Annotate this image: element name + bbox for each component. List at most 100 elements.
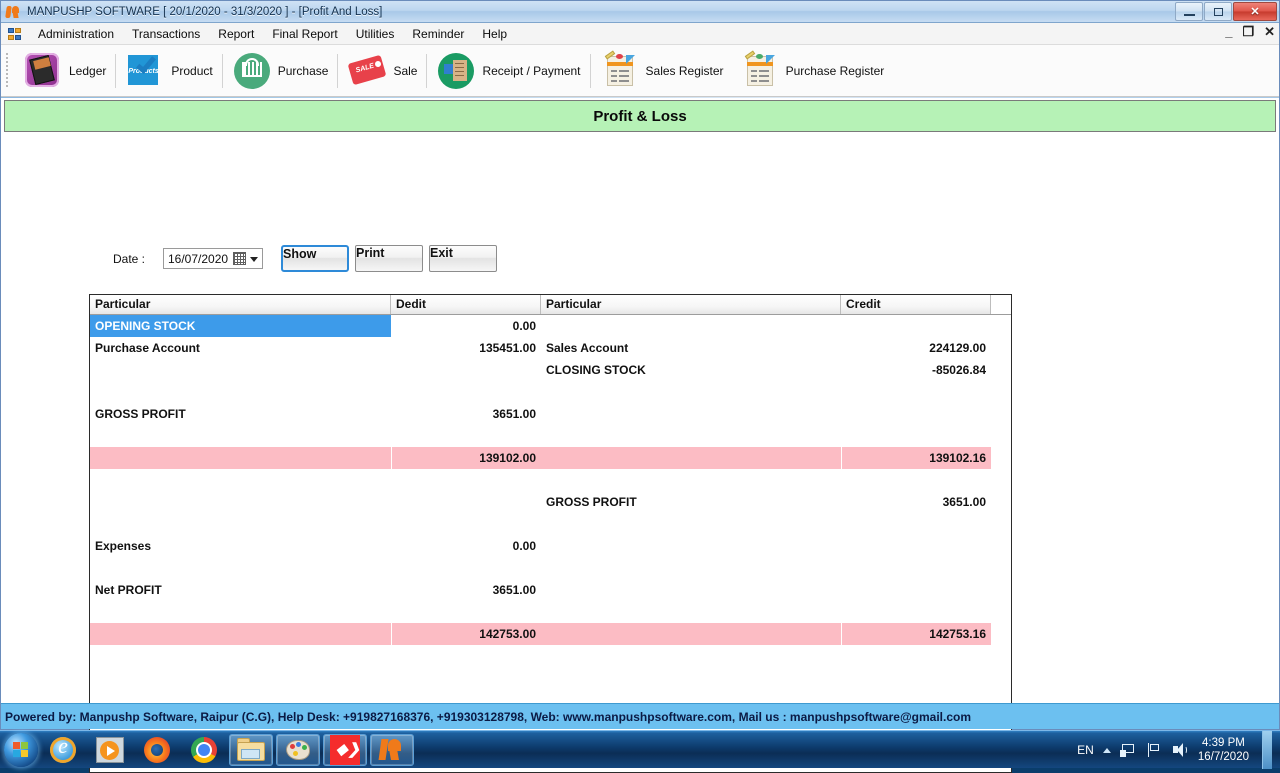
toolbar-separator — [221, 53, 223, 88]
date-picker[interactable]: 16/07/2020 — [163, 248, 263, 269]
menu-item-transactions[interactable]: Transactions — [123, 25, 209, 43]
taskbar-windows-media-player-icon[interactable] — [88, 734, 132, 766]
show-desktop-button[interactable] — [1262, 731, 1272, 769]
clock-time: 4:39 PM — [1202, 737, 1245, 749]
status-bar-text: Powered by: Manpushp Software, Raipur (C… — [5, 709, 971, 724]
taskbar-clock[interactable]: 4:39 PM 16/7/2020 — [1198, 736, 1249, 764]
menu-item-administration[interactable]: Administration — [29, 25, 123, 43]
taskbar-manpushp-app-icon[interactable] — [370, 733, 414, 766]
network-icon[interactable] — [1119, 743, 1137, 758]
grid-total-row[interactable]: 142753.00 142753.16 — [90, 623, 1011, 645]
grid-cell-c1 — [90, 623, 391, 645]
toolbar-label-purchase: Purchase — [277, 63, 329, 78]
grid-cell-c4: -85026.84 — [931, 363, 986, 377]
toolbar-button-product[interactable]: Products Product — [117, 47, 220, 95]
grid-cell-c4: 224129.00 — [929, 341, 986, 355]
purchase-register-icon — [740, 49, 780, 91]
purchase-basket-icon — [232, 51, 272, 91]
form-title-banner: Profit & Loss — [4, 100, 1276, 132]
toolbar-button-sales-register[interactable]: Sales Register — [592, 47, 732, 95]
grid-cell-c3 — [541, 381, 841, 403]
toolbar-label-sale: Sale — [393, 63, 418, 78]
action-center-flag-icon[interactable] — [1146, 742, 1163, 758]
toolbar-separator — [426, 53, 428, 88]
tray-language-indicator[interactable]: EN — [1077, 743, 1094, 757]
table-row[interactable] — [90, 425, 1011, 447]
toolbar-button-receipt-payment[interactable]: Receipt / Payment — [428, 47, 588, 95]
menu-item-utilities[interactable]: Utilities — [347, 25, 404, 43]
grid-cell-c1 — [90, 557, 391, 579]
grid-body: OPENING STOCK 0.00 Purchase Account 135451.… — [90, 315, 1011, 645]
minimize-button[interactable] — [1175, 2, 1203, 21]
toolbar-button-purchase-register[interactable]: Purchase Register — [732, 47, 893, 95]
grid-cell-c2: 139102.00 — [391, 447, 541, 469]
taskbar-red-app-icon[interactable]: ◆❯ — [323, 733, 367, 766]
grid-cell-c3: CLOSING STOCK — [546, 363, 646, 377]
column-header-debit[interactable]: Dedit — [391, 295, 541, 314]
grid-cell-c4 — [841, 425, 991, 447]
table-row[interactable]: OPENING STOCK 0.00 — [90, 315, 1011, 337]
mdi-close-button[interactable]: ✕ — [1264, 25, 1275, 39]
title-bar: MANPUSHP SOFTWARE [ 20/1/2020 - 31/3/202… — [1, 1, 1279, 23]
exit-button[interactable]: Exit — [429, 245, 497, 272]
menu-item-help[interactable]: Help — [473, 25, 516, 43]
maximize-restore-button[interactable] — [1204, 2, 1232, 21]
application-window: MANPUSHP SOFTWARE [ 20/1/2020 - 31/3/202… — [0, 0, 1280, 773]
grid-cell-c3: GROSS PROFIT — [546, 495, 637, 509]
mdi-minimize-button[interactable]: _ — [1225, 25, 1232, 39]
table-row[interactable]: GROSS PROFIT 3651.00 — [90, 403, 1011, 425]
grid-cell-c4 — [841, 557, 991, 579]
chevron-down-icon[interactable] — [250, 257, 258, 262]
toolbar-button-sale[interactable]: SALE Sale — [339, 47, 425, 95]
column-header-particular-credit[interactable]: Particular — [541, 295, 841, 314]
table-row[interactable]: Net PROFIT 3651.00 — [90, 579, 1011, 601]
toolbar-separator — [337, 53, 339, 88]
table-row[interactable]: CLOSING STOCK -85026.84 — [90, 359, 1011, 381]
volume-speaker-icon[interactable] — [1172, 742, 1189, 758]
grid-cell-c3 — [541, 425, 841, 447]
grid-cell-c2 — [391, 601, 541, 623]
receipt-payment-icon — [436, 51, 476, 91]
taskbar-file-explorer-icon[interactable] — [229, 733, 273, 766]
grid-cell-c1 — [90, 491, 391, 513]
table-row[interactable] — [90, 601, 1011, 623]
mdi-restore-button[interactable]: ❐ — [1242, 25, 1254, 39]
start-button-icon[interactable] — [4, 732, 38, 767]
taskbar-internet-explorer-icon[interactable] — [41, 733, 85, 766]
calendar-icon — [233, 252, 246, 265]
grid-total-row[interactable]: 139102.00 139102.16 — [90, 447, 1011, 469]
table-row[interactable] — [90, 381, 1011, 403]
show-button[interactable]: Show — [281, 245, 349, 272]
mdi-child-icon — [7, 26, 23, 42]
toolbar-button-purchase[interactable]: Purchase — [224, 47, 337, 95]
taskbar-paint-icon[interactable] — [276, 733, 320, 766]
grid-cell-c1 — [90, 469, 391, 491]
show-hidden-icons-chevron-icon[interactable] — [1102, 747, 1111, 753]
table-row[interactable]: Expenses 0.00 — [90, 535, 1011, 557]
table-row[interactable] — [90, 513, 1011, 535]
grid-cell-c4 — [841, 579, 991, 601]
column-header-particular-debit[interactable]: Particular — [90, 295, 391, 314]
grid-cell-c1: Expenses — [95, 539, 152, 553]
main-toolbar: Ledger Products Product Purchase SALE Sa… — [1, 45, 1279, 97]
grid-cell-c1: Purchase Account — [95, 341, 200, 355]
mdi-child-window-controls: _ ❐ ✕ — [1225, 25, 1275, 39]
menu-item-report[interactable]: Report — [209, 25, 263, 43]
column-header-credit[interactable]: Credit — [841, 295, 991, 314]
toolbar-button-ledger[interactable]: Ledger — [15, 47, 114, 95]
grid-cell-c2 — [391, 359, 541, 381]
grid-cell-c1 — [90, 601, 391, 623]
table-row[interactable]: Purchase Account 135451.00 Sales Account 22… — [90, 337, 1011, 359]
toolbar-grip-handle[interactable] — [5, 52, 11, 89]
table-row[interactable] — [90, 557, 1011, 579]
table-row[interactable] — [90, 469, 1011, 491]
menu-item-final-report[interactable]: Final Report — [263, 25, 346, 43]
table-row[interactable]: GROSS PROFIT 3651.00 — [90, 491, 1011, 513]
grid-cell-c2 — [391, 469, 541, 491]
taskbar-google-chrome-icon[interactable] — [182, 734, 226, 766]
menu-item-reminder[interactable]: Reminder — [403, 25, 473, 43]
close-button[interactable]: ✕ — [1233, 2, 1277, 21]
print-button[interactable]: Print — [355, 245, 423, 272]
taskbar-firefox-icon[interactable] — [135, 734, 179, 766]
profit-loss-grid[interactable]: Particular Dedit Particular Credit OPENI… — [89, 294, 1012, 773]
